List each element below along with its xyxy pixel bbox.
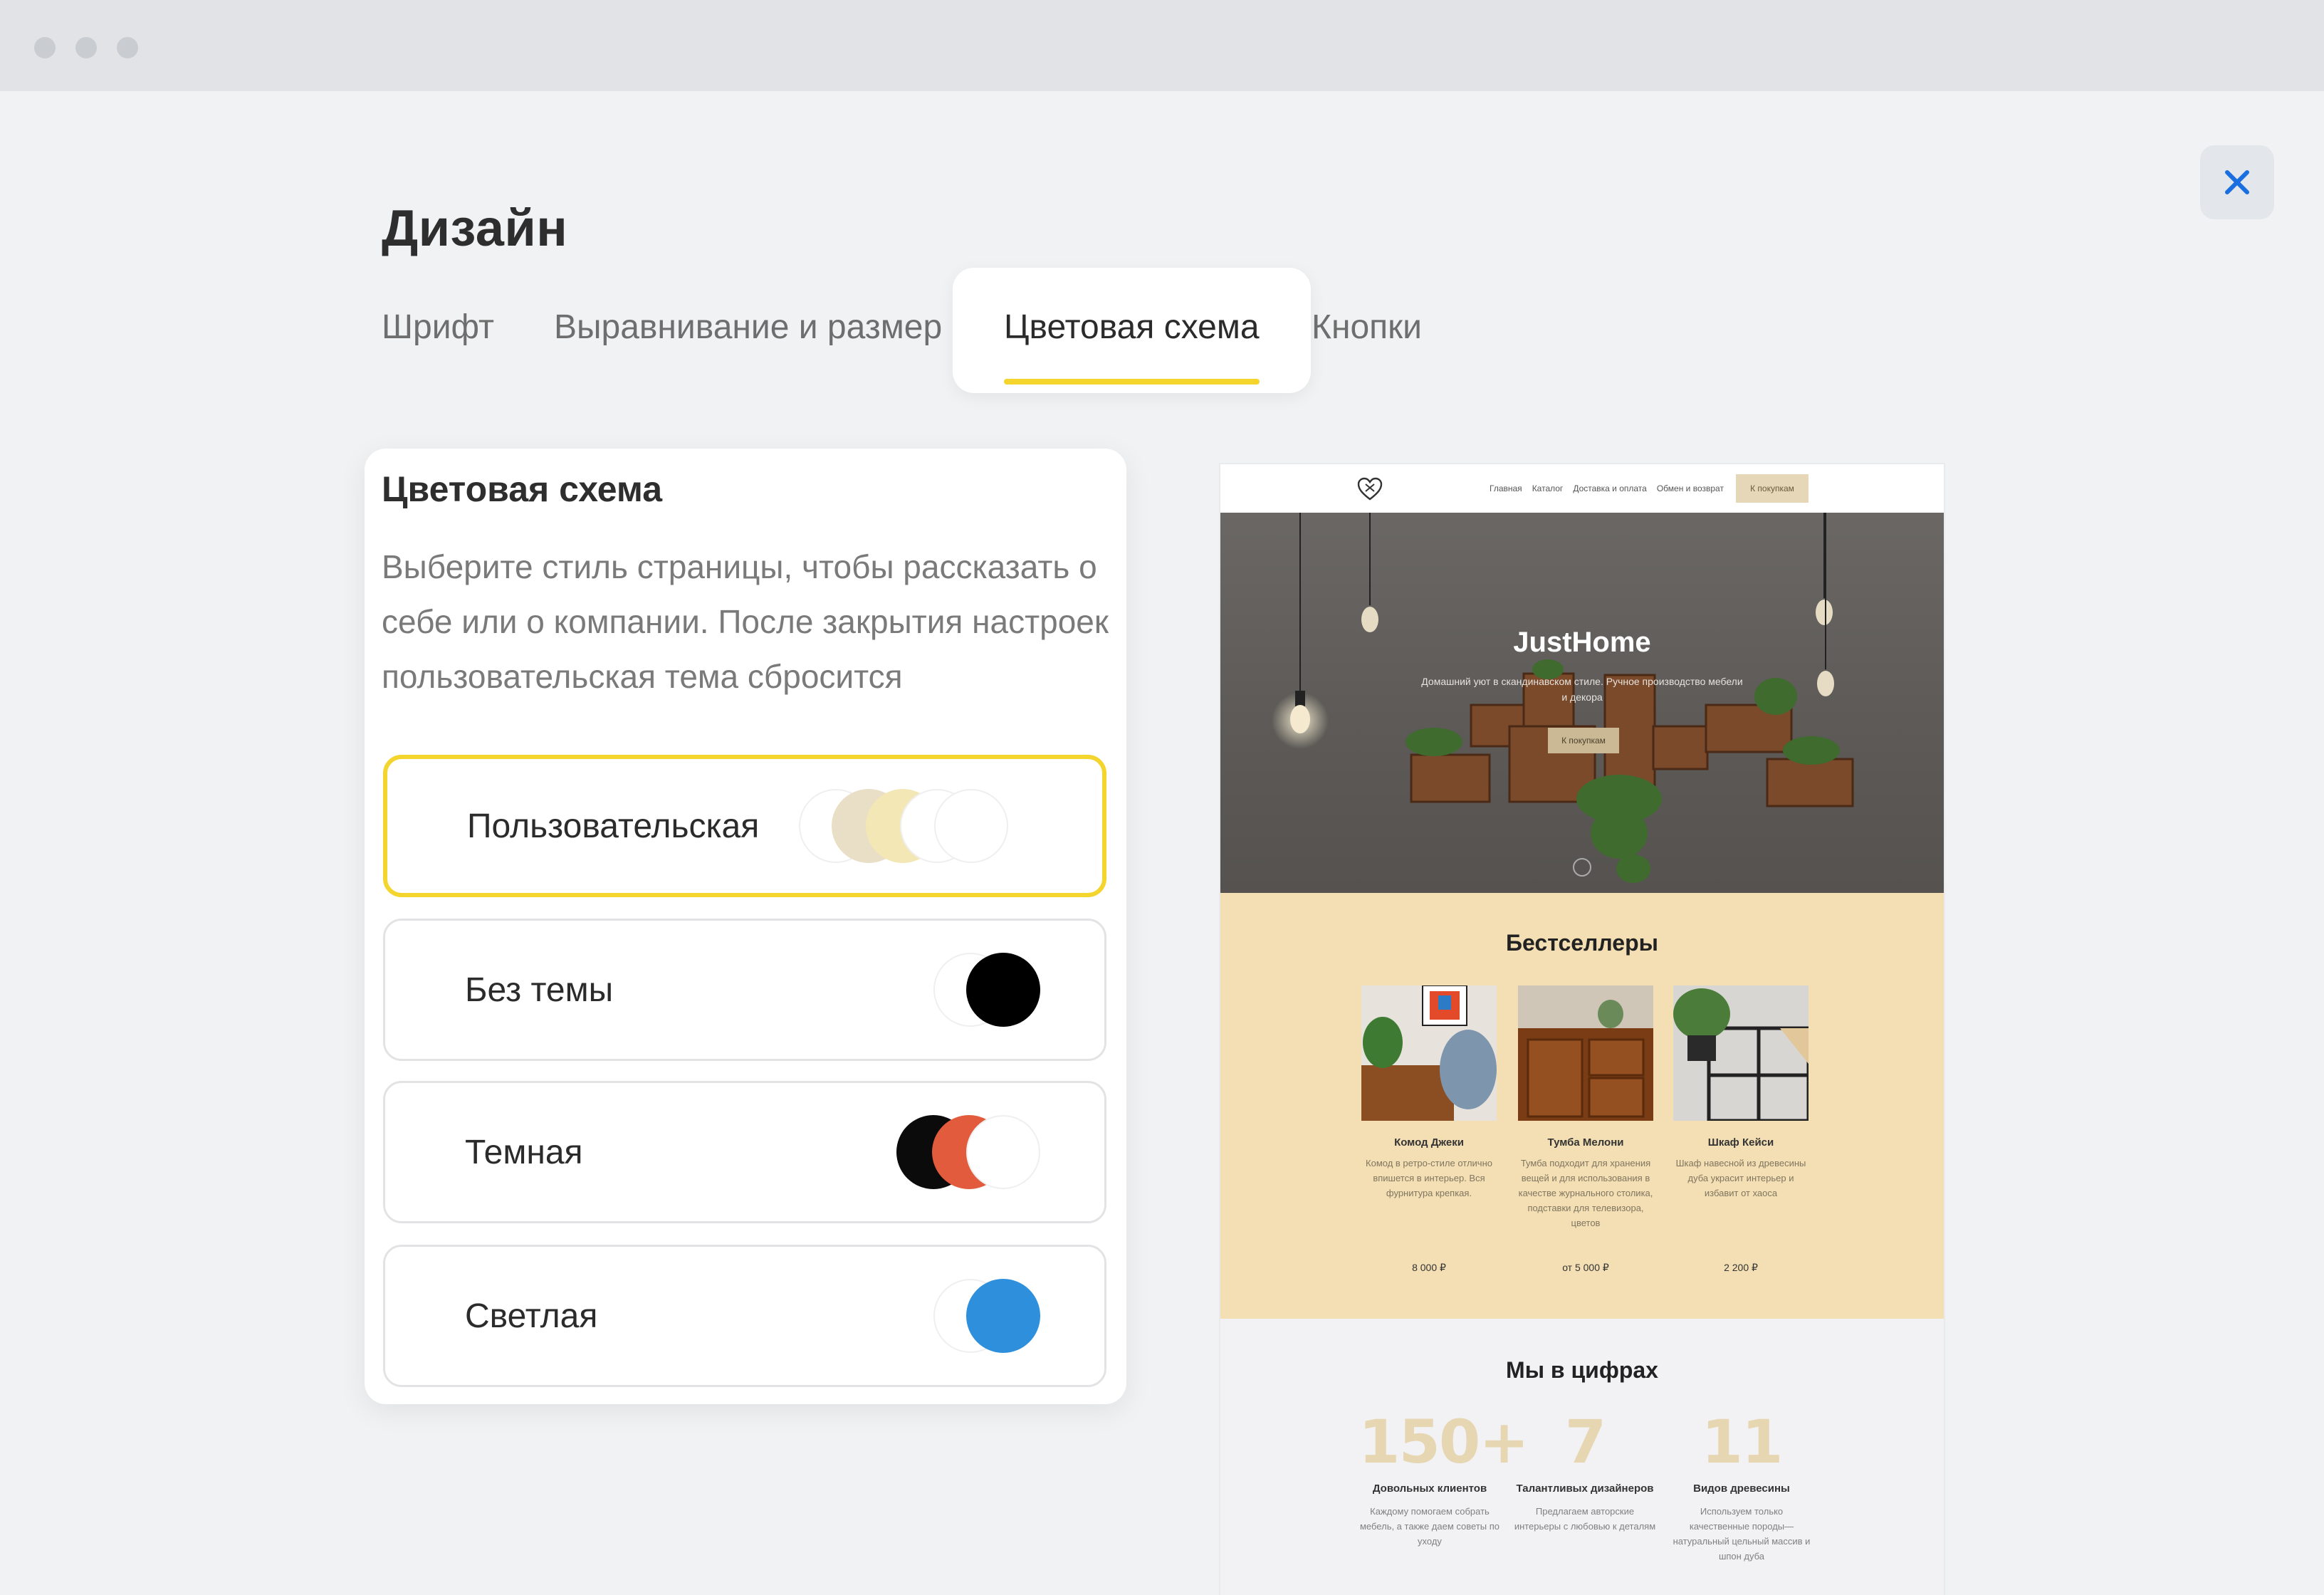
- preview-stats: Мы в цифрах 150+ Довольных клиентов Кажд…: [1220, 1319, 1944, 1595]
- product-card[interactable]: Тумба Мелони Тумба подходит для хранения…: [1518, 985, 1653, 1273]
- product-description: Тумба подходит для хранения вещей и для …: [1518, 1158, 1653, 1228]
- stat-number: 7: [1564, 1407, 1606, 1477]
- stat-item: 11 Видов древесины Используем только кач…: [1670, 1410, 1813, 1564]
- scheme-option-dark[interactable]: Темная: [383, 1081, 1106, 1223]
- product-price: 2 200 ₽: [1724, 1262, 1758, 1273]
- tab-label: Шрифт: [382, 308, 494, 346]
- option-label: Темная: [465, 1133, 583, 1171]
- product-image: [1518, 985, 1653, 1121]
- product-name: Комод Джеки: [1394, 1136, 1464, 1149]
- scheme-option-light[interactable]: Светлая: [383, 1245, 1106, 1387]
- stat-label: Видов древесины: [1693, 1482, 1790, 1495]
- option-label: Без темы: [465, 971, 614, 1009]
- preview-hero: JustHome Домашний уют в скандинавском ст…: [1220, 513, 1944, 893]
- window-control-dot[interactable]: [34, 37, 56, 58]
- scheme-option-custom[interactable]: Пользовательская: [383, 755, 1106, 897]
- tab-label: Кнопки: [1312, 308, 1422, 346]
- preview-hero-button[interactable]: К покупкам: [1548, 728, 1619, 753]
- panel-description: Выберите стиль страницы, чтобы рассказат…: [382, 548, 1109, 695]
- active-tab-indicator: [1004, 379, 1260, 385]
- preview-bestsellers: Бестселлеры Комод Джеки Комод в ретро-ст…: [1220, 893, 1944, 1319]
- tab-buttons[interactable]: Кнопки: [1312, 268, 1422, 393]
- color-scheme-panel: Цветовая схема Выберите стиль страницы, …: [365, 449, 1126, 1404]
- preview-brand: JustHome: [1513, 627, 1651, 658]
- color-swatch: [934, 789, 1008, 863]
- product-price: 8 000 ₽: [1412, 1262, 1446, 1273]
- product-image: [1361, 985, 1497, 1121]
- window-control-dot[interactable]: [75, 37, 97, 58]
- preview-nav-link[interactable]: Каталог: [1532, 483, 1564, 493]
- stat-item: 150+ Довольных клиентов Каждому помогаем…: [1359, 1407, 1529, 1549]
- preview-nav-link[interactable]: Доставка и оплата: [1573, 483, 1647, 493]
- product-card[interactable]: Комод Джеки Комод в ретро-стиле отлично …: [1361, 985, 1497, 1273]
- scheme-option-no-theme[interactable]: Без темы: [383, 919, 1106, 1061]
- option-label: Светлая: [465, 1297, 598, 1335]
- stat-description: Используем только качественные породы— н…: [1673, 1506, 1811, 1562]
- stat-description: Каждому помогаем собрать мебель, а также…: [1359, 1506, 1499, 1547]
- preview-nav-link[interactable]: Обмен и возврат: [1657, 483, 1724, 493]
- tab-alignment-size[interactable]: Выравнивание и размер: [554, 268, 942, 393]
- product-name: Шкаф Кейси: [1707, 1136, 1774, 1149]
- panel-title: Цветовая схема: [382, 469, 663, 509]
- window-control-dot[interactable]: [117, 37, 138, 58]
- tab-font[interactable]: Шрифт: [382, 268, 494, 393]
- tab-color-scheme[interactable]: Цветовая схема: [953, 268, 1311, 393]
- product-card[interactable]: Шкаф Кейси Шкаф навесной из древесины ду…: [1673, 985, 1809, 1273]
- stat-label: Довольных клиентов: [1372, 1482, 1487, 1495]
- page-title: Дизайн: [382, 200, 568, 257]
- product-description: Комод в ретро-стиле отлично впишется в и…: [1366, 1158, 1492, 1198]
- preview-shop-button[interactable]: К покупкам: [1736, 474, 1809, 503]
- color-swatch: [966, 1279, 1040, 1353]
- stat-label: Талантливых дизайнеров: [1516, 1482, 1654, 1495]
- option-label: Пользовательская: [467, 807, 760, 845]
- preview-nav-link[interactable]: Главная: [1490, 483, 1522, 493]
- preview-hero-subtitle: Домашний уют в скандинавском стиле. Ручн…: [1421, 676, 1743, 703]
- color-swatch: [966, 1115, 1040, 1189]
- stat-item: 7 Талантливых дизайнеров Предлагаем авто…: [1514, 1410, 1656, 1534]
- tab-label: Цветовая схема: [1004, 308, 1260, 346]
- tab-bar: Шрифт Выравнивание и размер Цветовая схе…: [0, 268, 1566, 393]
- close-button[interactable]: [2200, 145, 2274, 219]
- product-name: Тумба Мелони: [1547, 1136, 1624, 1149]
- preview-navbar: Главная Каталог Доставка и оплата Обмен …: [1220, 464, 1944, 513]
- stat-number: 150+: [1359, 1407, 1529, 1477]
- product-image: [1673, 985, 1809, 1121]
- tab-label: Выравнивание и размер: [554, 308, 943, 346]
- window-titlebar: [0, 0, 2324, 91]
- stats-title: Мы в цифрах: [1506, 1357, 1658, 1383]
- close-icon: [2225, 170, 2249, 194]
- stat-description: Предлагаем авторские интерьеры с любовью…: [1514, 1506, 1656, 1532]
- product-description: Шкаф навесной из древесины дуба украсит …: [1675, 1158, 1806, 1198]
- site-preview: Главная Каталог Доставка и оплата Обмен …: [1220, 464, 1944, 1595]
- color-swatch: [966, 953, 1040, 1027]
- bestsellers-title: Бестселлеры: [1506, 930, 1658, 956]
- stat-number: 11: [1701, 1407, 1784, 1477]
- heart-logo-icon: [1357, 477, 1383, 501]
- product-price: от 5 000 ₽: [1562, 1262, 1609, 1273]
